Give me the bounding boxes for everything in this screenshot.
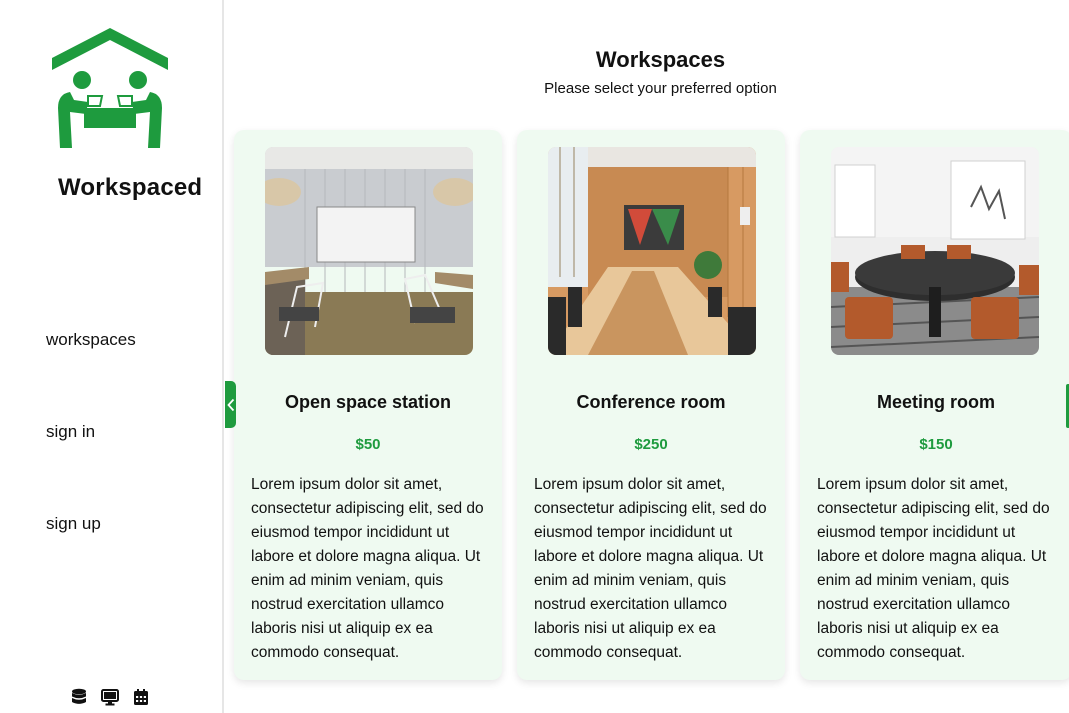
main-content: Workspaces Please select your preferred …	[226, 0, 1069, 713]
conference-room-image	[548, 147, 756, 355]
sidebar-footer-icons	[70, 688, 150, 706]
card-description: Lorem ipsum dolor sit amet, consectetur …	[817, 476, 1050, 661]
workspace-card-open-space[interactable]: Open space station $50 Lorem ipsum dolor…	[234, 130, 502, 680]
card-title: Conference room	[576, 392, 726, 412]
sidebar: Workspaced workspaces sign in sign up	[0, 0, 224, 713]
database-icon[interactable]	[70, 688, 88, 706]
carousel-prev-button[interactable]	[225, 381, 236, 428]
card-description: Lorem ipsum dolor sit amet, consectetur …	[251, 476, 484, 661]
open-space-station-image	[265, 147, 473, 355]
house-with-people-at-desk-icon	[52, 28, 168, 148]
card-description: Lorem ipsum dolor sit amet, consectetur …	[534, 476, 767, 661]
card-price: $50	[355, 436, 381, 453]
chevron-left-icon	[226, 398, 234, 411]
calendar-icon[interactable]	[132, 688, 150, 706]
monitor-icon[interactable]	[101, 688, 119, 706]
workspace-card-meeting-room[interactable]: Meeting room $150 Lorem ipsum dolor sit …	[800, 130, 1069, 680]
nav-item-sign-up[interactable]: sign up	[46, 514, 101, 534]
nav-item-sign-in[interactable]: sign in	[46, 422, 95, 442]
card-price: $250	[634, 436, 668, 453]
workspace-card-conference-room[interactable]: Conference room $250 Lorem ipsum dolor s…	[517, 130, 785, 680]
card-title: Meeting room	[876, 392, 995, 412]
brand-logo[interactable]: Workspaced	[28, 24, 202, 201]
nav-item-workspaces[interactable]: workspaces	[46, 330, 136, 350]
card-title: Open space station	[284, 392, 452, 412]
card-price: $150	[919, 436, 953, 453]
page-title: Workspaces	[595, 47, 726, 72]
page-subtitle: Please select your preferred option	[544, 80, 777, 97]
brand-name: Workspaced	[58, 174, 203, 201]
meeting-room-image	[831, 147, 1039, 355]
